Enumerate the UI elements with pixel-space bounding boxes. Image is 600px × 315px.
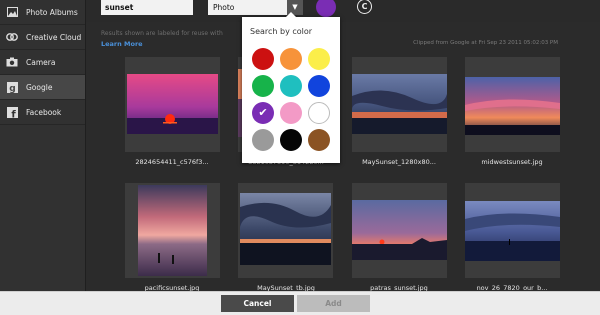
color-swatch[interactable]: [252, 129, 274, 151]
sidebar-item-label: Facebook: [26, 107, 62, 117]
sidebar-item-label: Creative Cloud: [26, 32, 82, 42]
sidebar-item-label: Photo Albums: [26, 7, 78, 17]
color-swatch[interactable]: [308, 102, 330, 124]
sunset-photo: [465, 201, 560, 261]
color-swatch[interactable]: [280, 48, 302, 70]
sidebar-item-creative-cloud[interactable]: Creative Cloud: [0, 25, 85, 50]
result-thumbnail[interactable]: [465, 57, 560, 152]
color-swatch[interactable]: [280, 102, 302, 124]
sidebar-item-google[interactable]: g Google: [0, 75, 85, 100]
color-swatch[interactable]: ✔: [252, 102, 274, 124]
color-picker-popup: Search by color ✔: [242, 12, 340, 163]
sunset-photo: [240, 193, 331, 265]
color-filter-button[interactable]: [316, 0, 336, 17]
sunset-photo: [138, 185, 207, 276]
sunset-photo: [127, 74, 218, 134]
svg-text:f: f: [11, 109, 16, 118]
result-caption: midwestsunset.jpg: [481, 158, 543, 166]
color-swatch[interactable]: [252, 48, 274, 70]
result-thumbnail[interactable]: [465, 183, 560, 278]
result-thumbnail[interactable]: [125, 57, 220, 152]
color-swatch[interactable]: [308, 75, 330, 97]
learn-more-link[interactable]: Learn More: [101, 40, 143, 48]
google-icon: g: [6, 81, 18, 93]
photo-albums-icon: [6, 6, 18, 18]
sidebar-item-photo-albums[interactable]: Photo Albums: [0, 0, 85, 25]
sidebar-item-label: Google: [26, 82, 53, 92]
license-notice: Results shown are labeled for reuse with: [101, 30, 223, 37]
popup-notch: [286, 12, 296, 17]
checkmark-icon: ✔: [258, 106, 268, 119]
color-swatch[interactable]: [308, 129, 330, 151]
sunset-photo: [352, 74, 447, 134]
result-thumbnail[interactable]: [352, 183, 447, 278]
result-thumbnail[interactable]: [238, 183, 333, 278]
dialog-footer: Cancel Add: [0, 291, 600, 315]
sunset-photo: [465, 77, 560, 135]
color-swatch[interactable]: [308, 48, 330, 70]
color-swatch[interactable]: [280, 75, 302, 97]
color-picker-title: Search by color: [250, 27, 313, 36]
add-button[interactable]: Add: [297, 295, 370, 312]
clipped-info: Clipped from Google at Fri Sep 23 2011 0…: [413, 40, 558, 46]
sidebar-item-camera[interactable]: Camera: [0, 50, 85, 75]
sidebar-item-label: Camera: [26, 57, 56, 67]
creative-cloud-icon: [6, 31, 18, 43]
copyright-icon[interactable]: C: [357, 0, 372, 14]
color-swatch[interactable]: [280, 129, 302, 151]
color-swatch[interactable]: [252, 75, 274, 97]
sidebar-item-facebook[interactable]: f Facebook: [0, 100, 85, 125]
type-select-value: Photo: [213, 3, 235, 12]
sunset-photo: [352, 200, 447, 260]
result-caption: 2824654411_c576f3...: [135, 158, 209, 166]
search-input[interactable]: sunset: [101, 0, 193, 15]
source-sidebar: Photo Albums Creative Cloud Camera g Goo…: [0, 0, 86, 292]
result-thumbnail[interactable]: [125, 183, 220, 278]
result-thumbnail[interactable]: [352, 57, 447, 152]
cancel-button[interactable]: Cancel: [221, 295, 294, 312]
result-caption: MaySunset_1280x80...: [362, 158, 436, 166]
camera-icon: [6, 56, 18, 68]
svg-text:g: g: [9, 84, 15, 93]
search-toolbar: sunset Photo ▼ C: [86, 0, 600, 22]
facebook-icon: f: [6, 106, 18, 118]
